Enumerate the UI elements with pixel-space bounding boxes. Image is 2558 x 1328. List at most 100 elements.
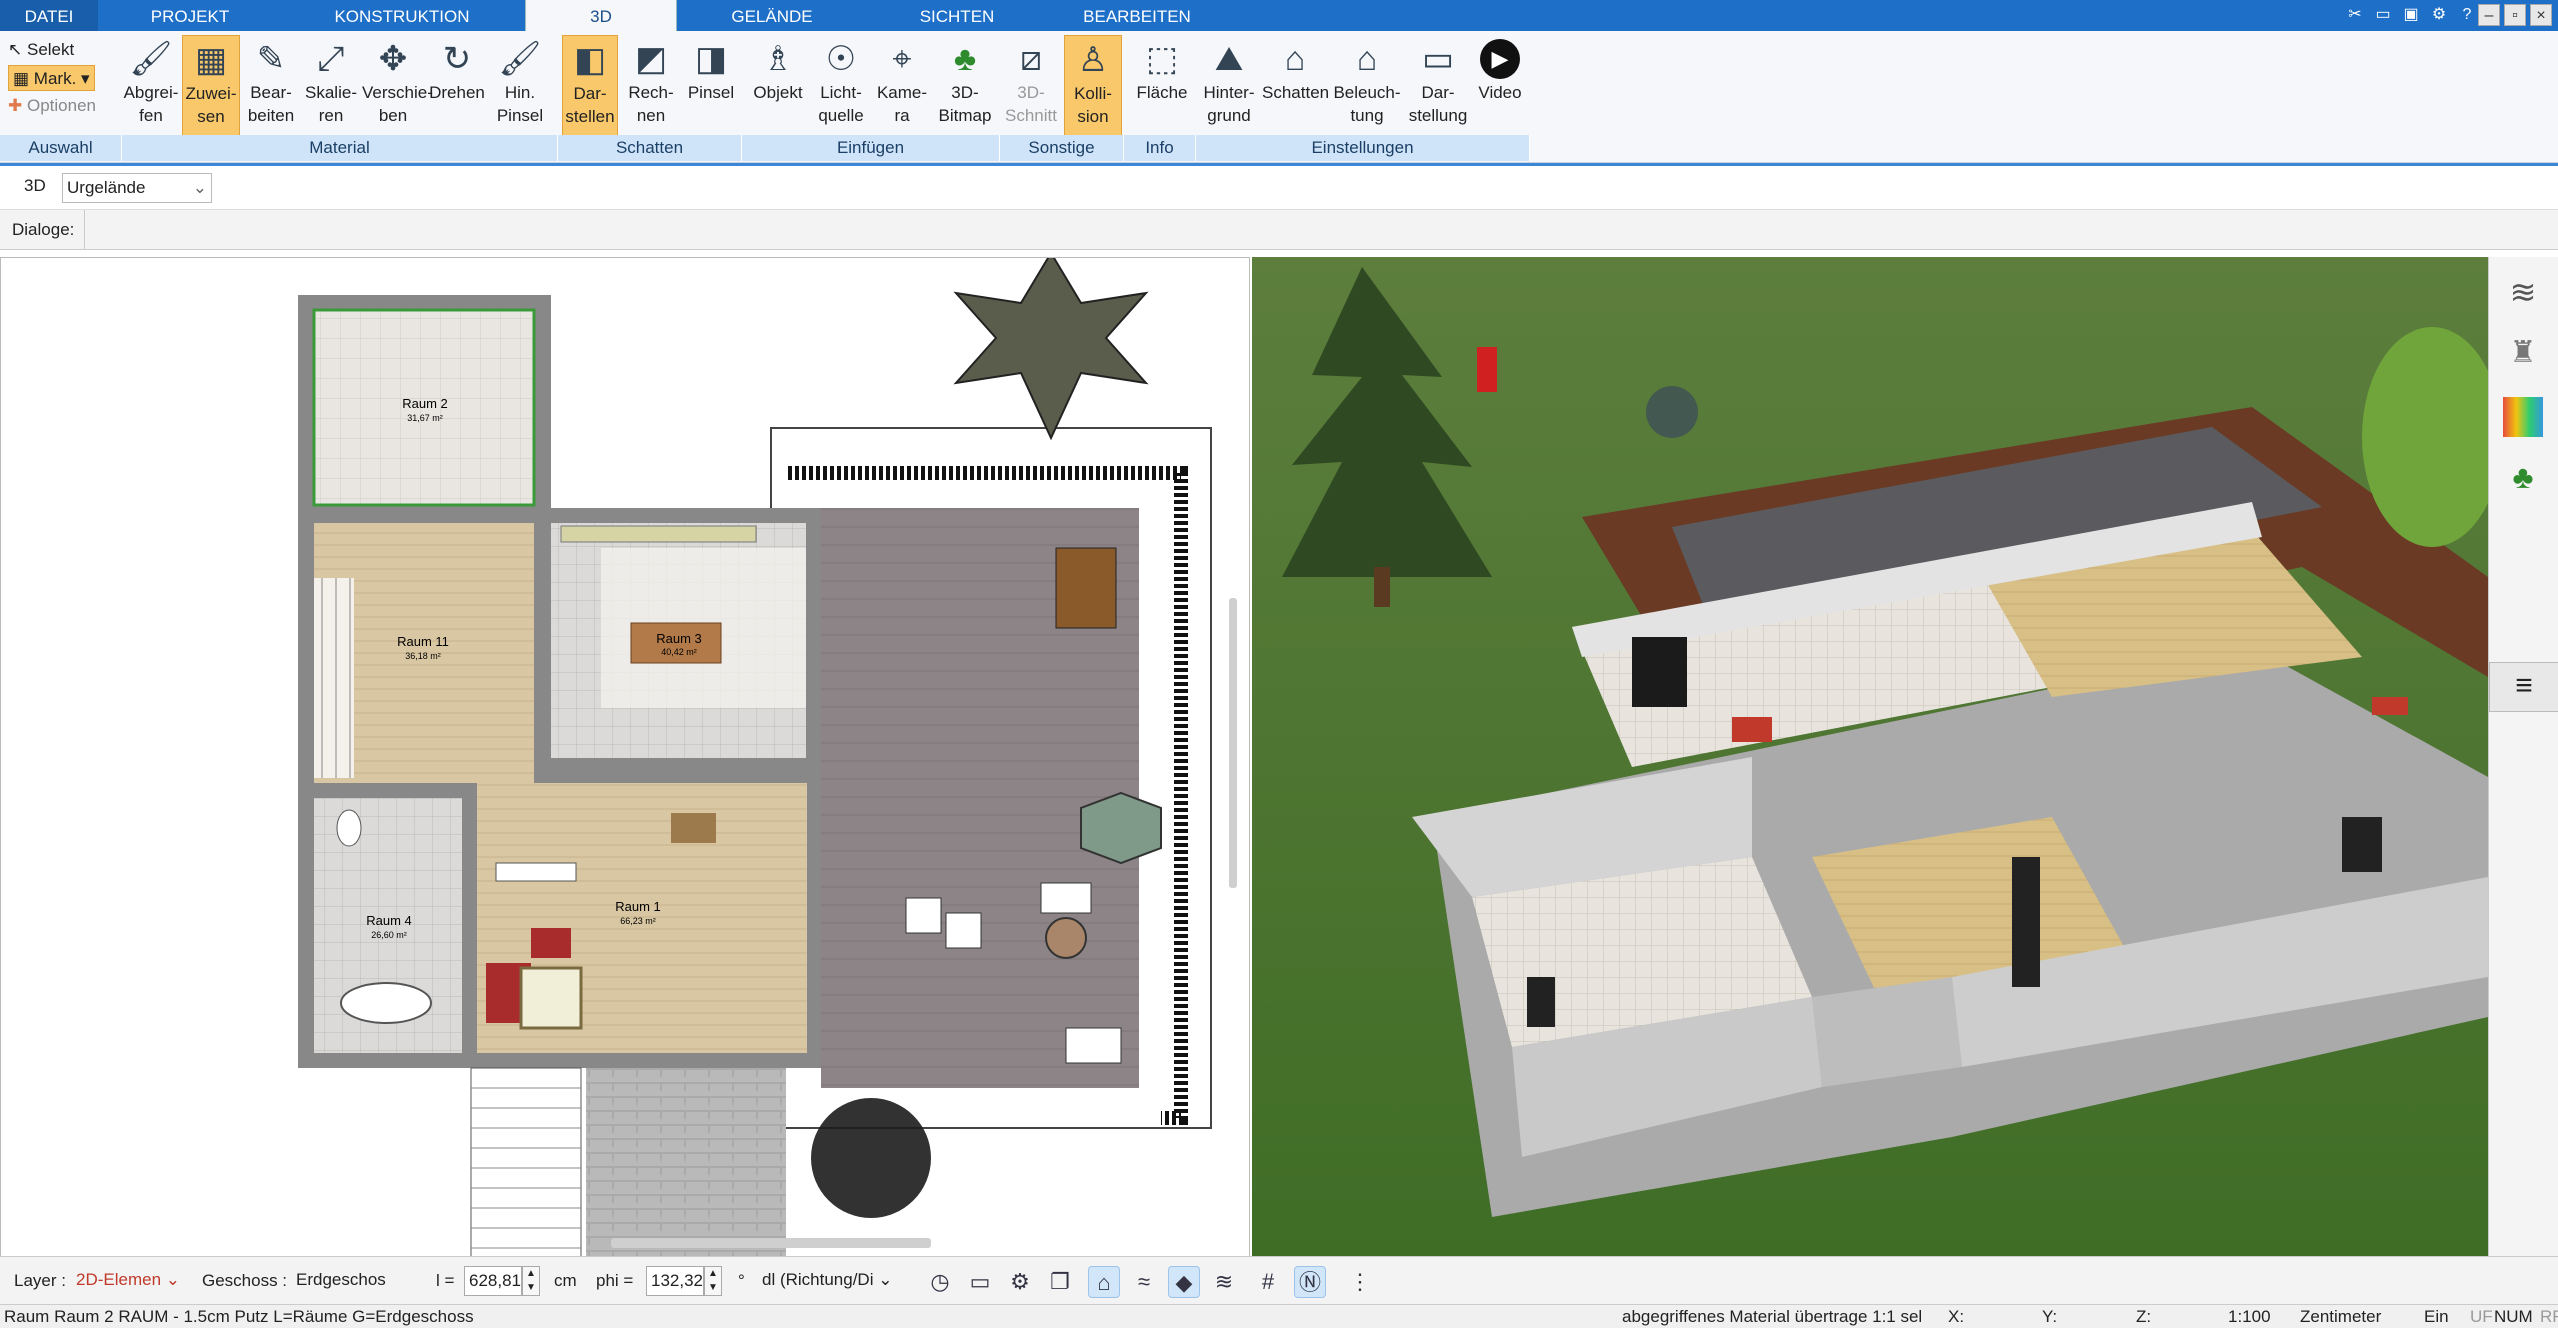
sofa-3d bbox=[2372, 697, 2408, 715]
tab-sichten[interactable]: SICHTEN bbox=[867, 0, 1047, 31]
tab-datei[interactable]: DATEI bbox=[0, 0, 98, 31]
plane-icon[interactable]: ◆ bbox=[1168, 1266, 1200, 1298]
shadow-brush-button[interactable]: ◨ Pinsel bbox=[682, 35, 740, 137]
lounger bbox=[1040, 882, 1092, 914]
kitchen-cabinets bbox=[560, 525, 757, 543]
tab-projekt[interactable]: PROJEKT bbox=[98, 0, 282, 31]
furniture-icon[interactable]: ♜ bbox=[2503, 335, 2543, 375]
tab-konstruktion[interactable]: KONSTRUKTION bbox=[282, 0, 522, 31]
floor-plan-canvas[interactable]: Raum 2 31,67 m² Raum 11 36,18 m² Raum 3 … bbox=[1, 258, 1250, 1257]
house-shadow-button[interactable]: ⌂ Schatten bbox=[1262, 35, 1329, 137]
geschoss-select[interactable]: Erdgeschos ⌄ bbox=[292, 1266, 406, 1317]
layer-select[interactable]: 2D-Elemen ⌄ bbox=[72, 1266, 188, 1296]
outdoor-table bbox=[1055, 547, 1117, 629]
clock-icon[interactable]: ◷ bbox=[924, 1266, 956, 1298]
brush-button[interactable]: 🖌 Hin. Pinsel bbox=[490, 35, 550, 137]
tools-icon[interactable]: ✂ bbox=[2344, 4, 2366, 26]
move-button[interactable]: ✥ Verschie- ben bbox=[362, 35, 433, 137]
copy-icon[interactable]: ❐ bbox=[1044, 1266, 1076, 1298]
mark-icon: ▦ bbox=[13, 69, 30, 88]
more-icon[interactable]: ⋮ bbox=[1344, 1266, 1376, 1298]
ribbon-button-label: Kolli- sion bbox=[1074, 84, 1112, 126]
monitor-button[interactable]: ▭ Dar- stellung bbox=[1406, 35, 1470, 137]
collision-button[interactable]: ♙ Kolli- sion bbox=[1064, 35, 1122, 137]
phi-stepper[interactable]: ▲ ▼ bbox=[704, 1266, 722, 1296]
help-icon[interactable]: ? bbox=[2456, 4, 2478, 26]
calculate-shadow-icon: ◩ bbox=[634, 40, 668, 78]
ribbon-button-label: Verschie- ben bbox=[362, 83, 433, 125]
vertical-scrollbar[interactable] bbox=[1229, 598, 1237, 888]
pipette-button[interactable]: 🖌 Abgrei- fen bbox=[122, 35, 180, 137]
room-label: Raum 2 bbox=[402, 396, 448, 411]
horizontal-scrollbar[interactable] bbox=[611, 1238, 931, 1248]
snap-roof-icon[interactable]: ⌂ bbox=[1088, 1266, 1120, 1298]
plants-icon[interactable]: ♣ bbox=[2503, 459, 2543, 499]
background-button[interactable]: ⛰ Hinter- grund bbox=[1198, 35, 1260, 137]
area-button[interactable]: ⬚ Fläche bbox=[1130, 35, 1194, 137]
chair-3d bbox=[1732, 717, 1772, 742]
play-icon: ▶ bbox=[1480, 39, 1520, 79]
mark-label: Mark. bbox=[33, 69, 77, 88]
mark-button[interactable]: ▦ Mark. ▾ bbox=[8, 65, 95, 91]
dialoge-label: Dialoge: bbox=[12, 220, 75, 239]
terrain-select[interactable]: Urgelände ⌄ bbox=[62, 173, 212, 203]
grid-icon[interactable]: # bbox=[1252, 1266, 1284, 1298]
menu-icon[interactable]: ≡ bbox=[2489, 662, 2558, 712]
rotate-button[interactable]: ↻ Drehen bbox=[426, 35, 488, 137]
ribbon-button-label: Kame- ra bbox=[876, 83, 928, 125]
surface-icon[interactable]: ≋ bbox=[1208, 1266, 1240, 1298]
phi-input[interactable]: 132,32 bbox=[646, 1266, 704, 1296]
calculate-shadow-button[interactable]: ◩ Rech- nen bbox=[622, 35, 680, 137]
maximize-icon[interactable]: ▫ bbox=[2504, 4, 2526, 26]
window-icon[interactable]: ▭ bbox=[2372, 4, 2394, 26]
edit-material-button[interactable]: ✎ Bear- beiten bbox=[242, 35, 300, 137]
status-unit: Zentimeter bbox=[2300, 1307, 2382, 1326]
status-y: Y: bbox=[2042, 1307, 2058, 1326]
minimize-icon[interactable]: – bbox=[2478, 4, 2500, 26]
assign-material-button[interactable]: ▦ Zuwei- sen bbox=[182, 35, 240, 137]
ribbon-button-label: Video bbox=[1478, 83, 1522, 102]
cube-display-button[interactable]: ◧ Dar- stellen bbox=[562, 35, 618, 137]
floor-plan-view[interactable]: Raum 2 31,67 m² Raum 11 36,18 m² Raum 3 … bbox=[0, 257, 1250, 1257]
dl-select[interactable]: dl (Richtung/Di ⌄ bbox=[758, 1266, 906, 1296]
settings-icon[interactable]: ⚙ bbox=[2428, 4, 2450, 26]
lighting-icon: ⌂ bbox=[1356, 40, 1378, 78]
3d-view[interactable] bbox=[1252, 257, 2488, 1257]
hatch-icon[interactable]: ≈ bbox=[1128, 1266, 1160, 1298]
layout-icon[interactable]: ▣ bbox=[2400, 4, 2422, 26]
tab-gelaende[interactable]: GELÄNDE bbox=[677, 0, 867, 31]
bulb-button[interactable]: ☉ Licht- quelle bbox=[810, 35, 872, 137]
layers-icon[interactable]: ≋ bbox=[2503, 273, 2543, 313]
status-x: X: bbox=[1948, 1307, 1965, 1326]
ribbon-button-label: Hinter- grund bbox=[1203, 83, 1255, 125]
objects-icon[interactable]: ⚙ bbox=[1004, 1266, 1036, 1298]
garage-stairs bbox=[470, 1067, 582, 1256]
plus-icon: ✚ bbox=[8, 96, 23, 115]
l-input[interactable]: 628,81 bbox=[464, 1266, 522, 1296]
status-num: NUM bbox=[2494, 1307, 2533, 1326]
group-schatten: Schatten bbox=[558, 135, 742, 161]
selekt-button[interactable]: ↖ Selekt bbox=[8, 37, 74, 63]
tab-bearbeiten[interactable]: BEARBEITEN bbox=[1047, 0, 1227, 31]
optionen-button[interactable]: ✚ Optionen bbox=[8, 93, 96, 119]
3d-canvas[interactable] bbox=[1252, 257, 2488, 1257]
close-icon[interactable]: × bbox=[2530, 4, 2552, 26]
chair bbox=[945, 912, 982, 949]
tree-button[interactable]: ♣ 3D- Bitmap bbox=[934, 35, 996, 137]
play-button[interactable]: ▶ Video bbox=[1474, 35, 1526, 137]
tab-3d[interactable]: 3D bbox=[525, 0, 677, 31]
room-area: 66,23 m² bbox=[620, 916, 656, 926]
screen-icon[interactable]: ▭ bbox=[964, 1266, 996, 1298]
materials-icon[interactable] bbox=[2503, 397, 2543, 437]
section-button[interactable]: ⧄ 3D- Schnitt bbox=[1002, 35, 1060, 137]
ribbon-button-label: 3D- Bitmap bbox=[938, 83, 992, 125]
camera-button[interactable]: ⌖ Kame- ra bbox=[872, 35, 932, 137]
armchair bbox=[531, 928, 571, 958]
north-icon[interactable]: Ⓝ bbox=[1294, 1266, 1326, 1298]
l-stepper[interactable]: ▲ ▼ bbox=[522, 1266, 540, 1296]
chevron-down-icon: ⌄ bbox=[192, 178, 207, 197]
chair-button[interactable]: ♗ Objekt bbox=[748, 35, 808, 137]
lighting-button[interactable]: ⌂ Beleuch- tung bbox=[1330, 35, 1404, 137]
phi-label: phi = bbox=[596, 1271, 634, 1290]
scale-button[interactable]: ⤢ Skalie- ren bbox=[302, 35, 360, 137]
